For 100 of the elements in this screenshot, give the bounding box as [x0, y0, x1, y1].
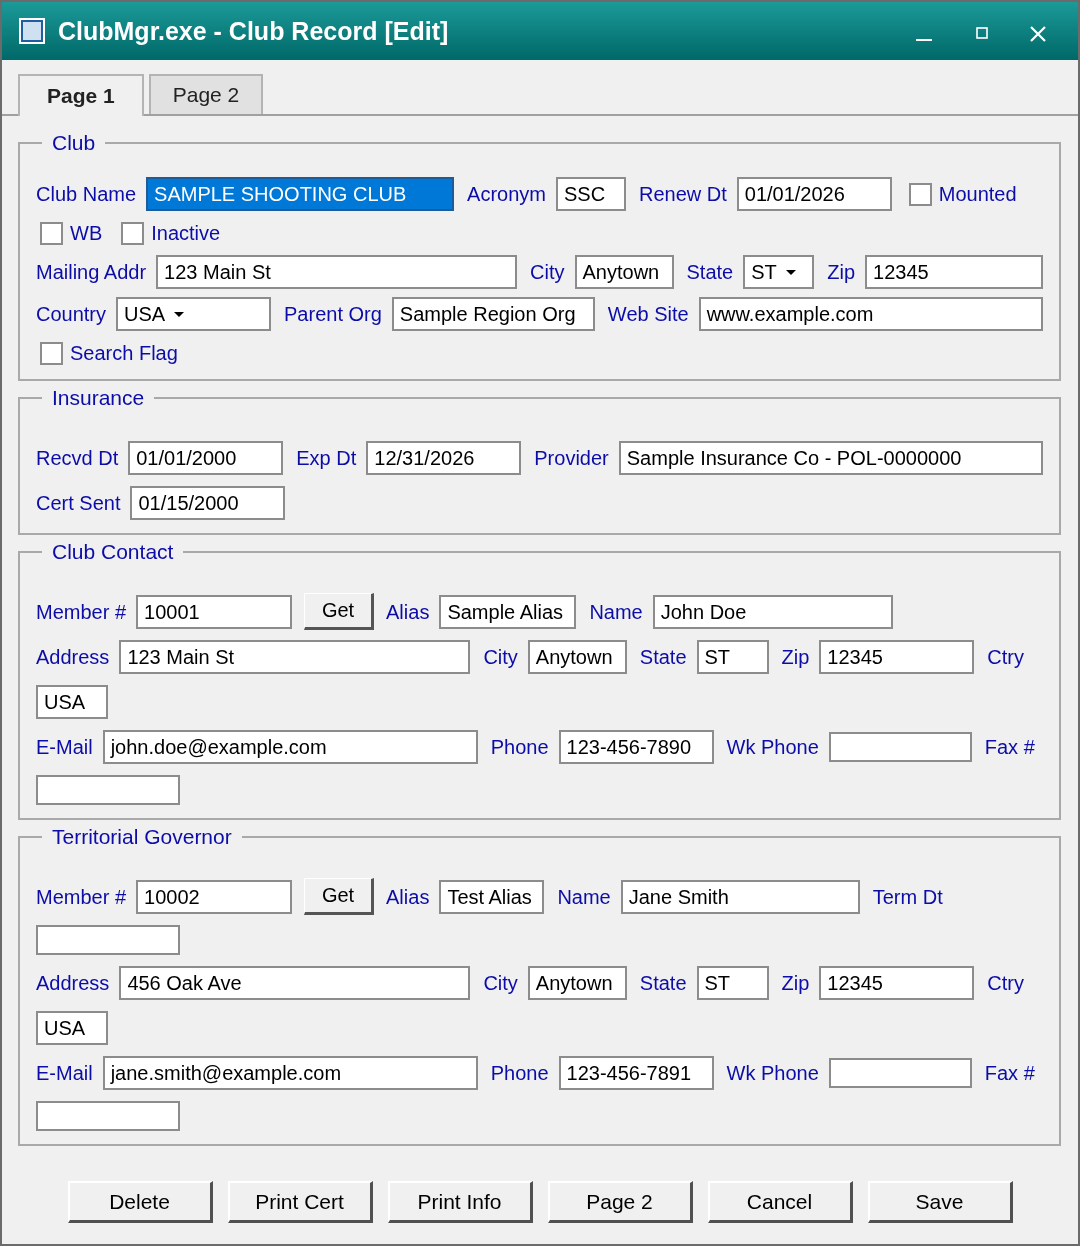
maximize-icon[interactable] — [976, 27, 988, 39]
lookup-button[interactable]: Get — [304, 593, 375, 630]
group-title: Territorial Governor — [51, 825, 233, 849]
text-field[interactable]: 12345 — [865, 255, 1043, 289]
tab[interactable]: Page 1 — [18, 74, 144, 116]
field-label: Address — [36, 971, 110, 996]
field-label: Club Name — [36, 182, 137, 207]
field-label: Fax # — [984, 735, 1035, 760]
text-field[interactable]: 123 Main St — [156, 255, 518, 289]
text-field[interactable] — [828, 1058, 972, 1088]
text-field[interactable]: 12345 — [819, 966, 975, 1000]
text-field[interactable]: 10001 — [136, 595, 293, 629]
window-title: ClubMgr.exe - Club Record [Edit] — [58, 16, 449, 46]
field-label: Exp Dt — [296, 446, 357, 471]
text-field[interactable]: 10002 — [136, 880, 293, 914]
text-field[interactable]: 123 Main St — [119, 640, 471, 674]
action-button[interactable]: Save — [867, 1181, 1013, 1223]
text-field[interactable]: ST — [696, 640, 769, 674]
text-field[interactable]: 123-456-7890 — [558, 730, 714, 764]
text-field[interactable]: john.doe@example.com — [102, 730, 478, 764]
caret-icon — [785, 269, 796, 275]
field-label: Wk Phone — [726, 735, 819, 760]
field-label: Member # — [36, 600, 127, 625]
action-button[interactable]: Cancel — [707, 1181, 853, 1223]
dropdown-field[interactable]: USA — [116, 297, 272, 331]
app-icon — [18, 17, 46, 45]
group-title: Club Contact — [51, 540, 175, 564]
checkbox-label[interactable]: Search Flag — [70, 339, 178, 367]
text-field[interactable] — [36, 925, 180, 955]
checkbox[interactable] — [121, 221, 145, 245]
checkbox[interactable] — [908, 182, 932, 206]
text-field[interactable]: Anytown — [527, 640, 627, 674]
field-label: Wk Phone — [726, 1061, 819, 1086]
text-field[interactable]: Jane Smith — [620, 880, 860, 914]
checkbox-label[interactable]: Inactive — [151, 219, 221, 247]
field-label: City — [483, 971, 518, 996]
text-field[interactable]: ST — [696, 966, 769, 1000]
field-label: Zip — [781, 645, 810, 670]
field-label: Ctry — [987, 645, 1024, 670]
group-title: Insurance — [51, 386, 146, 410]
checkbox[interactable] — [40, 221, 63, 245]
dropdown-field[interactable]: ST — [743, 255, 815, 289]
field-label: Alias — [386, 600, 430, 625]
text-field[interactable] — [36, 1101, 180, 1131]
text-field[interactable]: Sample Alias — [439, 595, 577, 629]
caret-icon — [174, 311, 185, 317]
text-field[interactable]: 12/31/2026 — [366, 441, 522, 475]
field-label: Address — [36, 645, 110, 670]
text-field[interactable]: 01/01/2000 — [128, 441, 284, 475]
field-label: Zip — [827, 260, 855, 285]
checkbox-label[interactable]: WB — [70, 219, 103, 247]
action-button[interactable]: Print Info — [387, 1181, 533, 1223]
field-label: Acronym — [467, 182, 546, 207]
field-label: Country — [36, 302, 107, 327]
close-icon[interactable] — [1030, 26, 1046, 42]
text-field[interactable]: SAMPLE SHOOTING CLUB — [146, 177, 455, 211]
field-label: City — [530, 260, 565, 285]
field-label: Mailing Addr — [36, 260, 147, 285]
action-button[interactable]: Page 2 — [547, 1181, 693, 1223]
field-label: Term Dt — [872, 885, 943, 910]
field-label: State — [639, 971, 687, 996]
field-label: Name — [589, 600, 643, 625]
text-field[interactable]: John Doe — [652, 595, 893, 629]
text-field[interactable]: Anytown — [574, 255, 674, 289]
text-field[interactable]: Sample Region Org — [391, 297, 595, 331]
field-label: Provider — [534, 446, 609, 471]
text-field[interactable]: USA — [36, 1011, 108, 1045]
text-field[interactable]: Sample Insurance Co - POL-0000000 — [618, 441, 1043, 475]
field-label: State — [686, 260, 734, 285]
text-field[interactable]: 01/01/2026 — [736, 177, 892, 211]
text-field[interactable] — [36, 775, 180, 805]
checkbox-label[interactable]: Mounted — [938, 180, 1017, 208]
action-button[interactable]: Print Cert — [227, 1181, 373, 1223]
lookup-button[interactable]: Get — [304, 878, 375, 915]
text-field[interactable]: 123-456-7891 — [558, 1056, 714, 1090]
field-label: Renew Dt — [638, 182, 727, 207]
field-label: Fax # — [984, 1061, 1035, 1086]
checkbox[interactable] — [40, 341, 63, 365]
field-label: Ctry — [987, 971, 1024, 996]
field-label: State — [639, 645, 687, 670]
field-label: E-Mail — [36, 1061, 93, 1086]
text-field[interactable]: 12345 — [819, 640, 975, 674]
text-field[interactable]: SSC — [555, 177, 626, 211]
text-field[interactable]: jane.smith@example.com — [102, 1056, 478, 1090]
text-field[interactable] — [828, 732, 972, 762]
action-button[interactable]: Delete — [67, 1181, 213, 1223]
field-label: Cert Sent — [36, 491, 121, 516]
tab[interactable]: Page 2 — [148, 74, 264, 114]
text-field[interactable]: 01/15/2000 — [130, 486, 286, 520]
field-label: Recvd Dt — [36, 446, 119, 471]
text-field[interactable]: Anytown — [527, 966, 627, 1000]
text-field[interactable]: www.example.com — [698, 297, 1043, 331]
text-field[interactable]: Test Alias — [439, 880, 545, 914]
text-field[interactable]: 456 Oak Ave — [119, 966, 471, 1000]
field-label: Web Site — [607, 302, 689, 327]
field-label: City — [483, 645, 518, 670]
field-label: Member # — [36, 885, 127, 910]
text-field[interactable]: USA — [36, 685, 108, 719]
group-title: Club — [51, 131, 97, 155]
field-label: Zip — [781, 971, 810, 996]
